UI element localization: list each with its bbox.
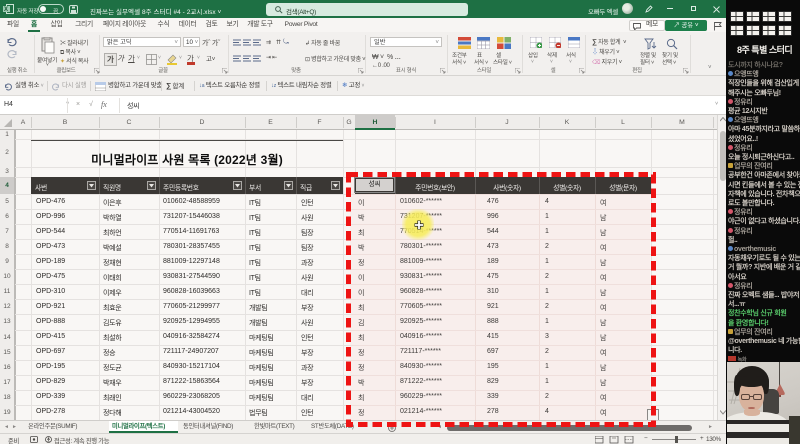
svg-text:X: X — [4, 7, 8, 13]
